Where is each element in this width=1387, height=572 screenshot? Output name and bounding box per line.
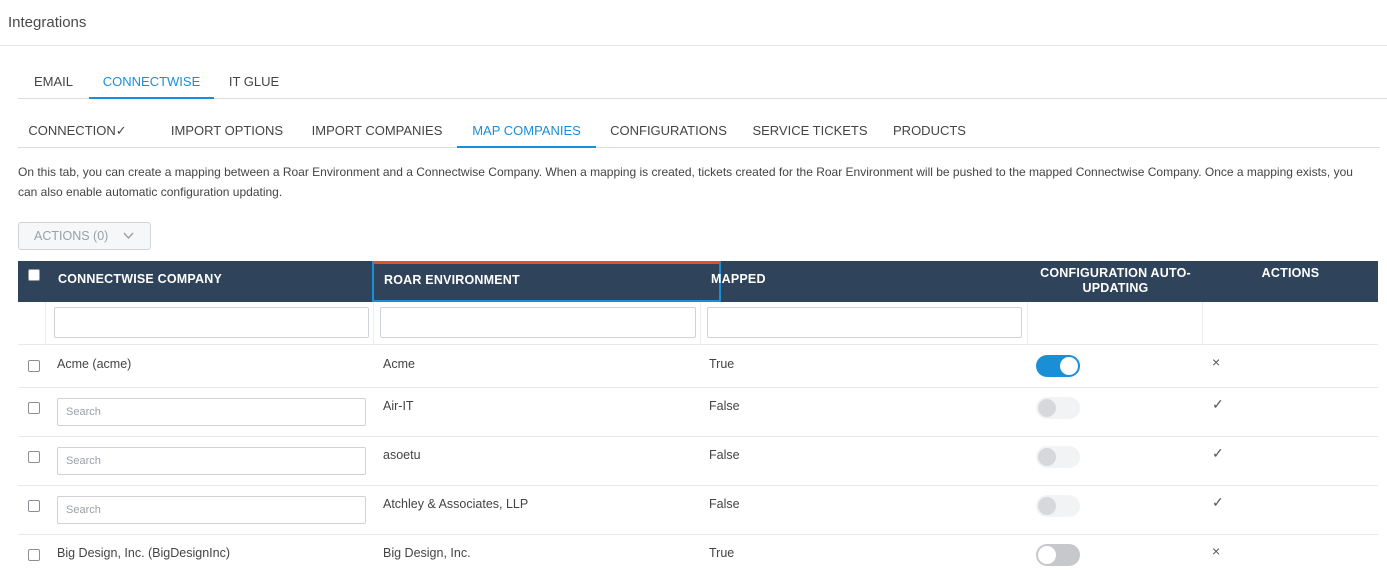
check-icon[interactable]: ✓	[1212, 445, 1224, 462]
tab-import-options[interactable]: IMPORT OPTIONS	[157, 116, 297, 148]
toggle-knob	[1060, 357, 1078, 375]
toggle-knob	[1038, 399, 1056, 417]
auto-update-toggle[interactable]	[1036, 397, 1080, 419]
roar-environment-cell: Air-IT	[383, 399, 414, 413]
check-icon[interactable]: ✓	[1212, 494, 1224, 511]
toggle-knob	[1038, 497, 1056, 515]
auto-update-toggle[interactable]	[1036, 355, 1080, 377]
actions-button-label: ACTIONS (0)	[34, 229, 109, 243]
grid-header: CONNECTWISE COMPANY ROAR ENVIRONMENT MAP…	[18, 261, 1378, 302]
tab-email[interactable]: EMAIL	[18, 67, 89, 99]
top-tabs: EMAIL CONNECTWISE IT GLUE	[18, 67, 1387, 99]
row-checkbox[interactable]	[28, 500, 40, 512]
table-row: Search Air-IT False ✓	[18, 388, 1378, 437]
column-divider	[373, 302, 374, 345]
column-header-config-line2: UPDATING	[1082, 281, 1149, 295]
filter-connectwise-company-input[interactable]	[54, 307, 369, 338]
chevron-down-icon	[123, 223, 134, 259]
row-checkbox[interactable]	[28, 451, 40, 463]
auto-update-toggle[interactable]	[1036, 446, 1080, 468]
column-header-actions: ACTIONS	[1261, 266, 1320, 280]
tab-map-companies[interactable]: MAP COMPANIES	[457, 116, 596, 148]
table-row: Search asoetu False ✓	[18, 437, 1378, 486]
table-row: Big Design, Inc. (BigDesignInc) Big Desi…	[18, 535, 1378, 572]
mapped-cell: False	[709, 399, 740, 413]
auto-update-toggle[interactable]	[1036, 544, 1080, 566]
table-row: Acme (acme) Acme True ×	[18, 345, 1378, 388]
roar-environment-cell: Big Design, Inc.	[383, 546, 471, 560]
connectwise-company-cell: Big Design, Inc. (BigDesignInc)	[57, 546, 230, 560]
row-checkbox[interactable]	[28, 549, 40, 561]
tab-import-companies[interactable]: IMPORT COMPANIES	[297, 116, 457, 148]
row-checkbox[interactable]	[28, 360, 40, 372]
row-checkbox[interactable]	[28, 402, 40, 414]
column-divider	[700, 302, 701, 345]
connectwise-company-cell: Acme (acme)	[57, 357, 132, 371]
close-icon[interactable]: ×	[1212, 354, 1220, 370]
filter-roar-environment-input[interactable]	[380, 307, 696, 338]
table-row: Search Atchley & Associates, LLP False ✓	[18, 486, 1378, 535]
column-header-roar-environment[interactable]: ROAR ENVIRONMENT	[372, 261, 721, 302]
page-header: Integrations	[0, 0, 1387, 46]
mapped-cell: True	[709, 357, 735, 371]
company-search-input[interactable]: Search	[57, 447, 366, 475]
auto-update-toggle[interactable]	[1036, 495, 1080, 517]
column-header-mapped[interactable]: MAPPED	[711, 261, 1021, 302]
mapped-cell: True	[709, 546, 735, 560]
check-icon[interactable]: ✓	[1212, 396, 1224, 413]
tab-service-tickets[interactable]: SERVICE TICKETS	[741, 116, 879, 148]
column-divider	[1202, 302, 1203, 345]
close-icon[interactable]: ×	[1212, 543, 1220, 559]
company-search-input[interactable]: Search	[57, 398, 366, 426]
toggle-knob	[1038, 546, 1056, 564]
company-search-input[interactable]: Search	[57, 496, 366, 524]
mapped-cell: False	[709, 497, 740, 511]
tab-it-glue[interactable]: IT GLUE	[214, 67, 294, 99]
roar-environment-cell: Atchley & Associates, LLP	[383, 497, 529, 511]
tab-configurations[interactable]: CONFIGURATIONS	[596, 116, 741, 148]
roar-environment-cell: Acme	[383, 357, 415, 371]
column-header-configuration-auto-updating[interactable]: CONFIGURATION AUTO- UPDATING	[1028, 261, 1203, 302]
mapped-cell: False	[709, 448, 740, 462]
page-title: Integrations	[8, 14, 87, 31]
column-divider	[45, 302, 46, 345]
sub-tabs: CONNECTION✓ IMPORT OPTIONS IMPORT COMPAN…	[18, 116, 1380, 148]
select-all-checkbox[interactable]	[28, 269, 40, 281]
roar-environment-cell: asoetu	[383, 448, 421, 462]
tab-connectwise[interactable]: CONNECTWISE	[89, 67, 214, 99]
column-header-connectwise-company[interactable]: CONNECTWISE COMPANY	[58, 261, 368, 302]
filter-mapped-input[interactable]	[707, 307, 1022, 338]
toggle-knob	[1038, 448, 1056, 466]
actions-dropdown-button[interactable]: ACTIONS (0)	[18, 222, 151, 250]
tab-connection[interactable]: CONNECTION✓	[18, 116, 137, 148]
filter-row	[18, 302, 1378, 345]
tab-products[interactable]: PRODUCTS	[879, 116, 980, 148]
column-divider	[1027, 302, 1028, 345]
tab-description: On this tab, you can create a mapping be…	[18, 165, 1353, 199]
column-header-config-line1: CONFIGURATION AUTO-	[1040, 266, 1191, 280]
